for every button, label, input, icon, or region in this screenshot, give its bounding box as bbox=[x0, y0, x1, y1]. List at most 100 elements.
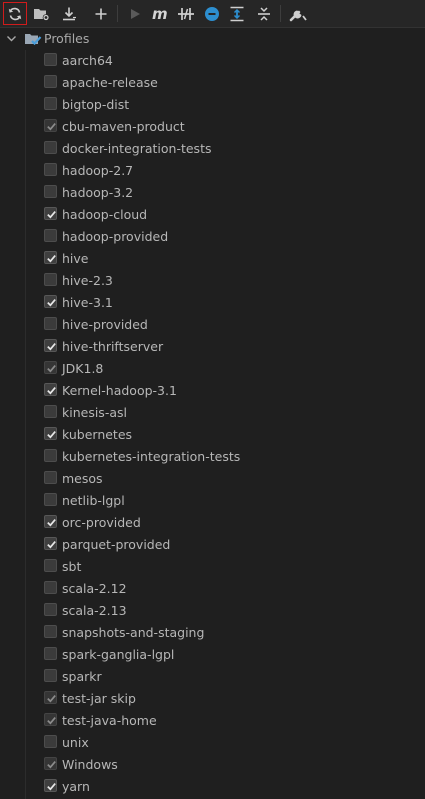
profile-checkbox[interactable] bbox=[44, 339, 57, 352]
profile-item[interactable]: sbt bbox=[0, 556, 425, 578]
profile-label: orc-provided bbox=[62, 515, 141, 530]
profile-item[interactable]: aarch64 bbox=[0, 50, 425, 72]
profile-checkbox[interactable] bbox=[44, 273, 57, 286]
checkmark-icon bbox=[47, 695, 56, 703]
profile-label: Kernel-hadoop-3.1 bbox=[62, 383, 177, 398]
profile-item[interactable]: scala-2.12 bbox=[0, 578, 425, 600]
profile-checkbox[interactable] bbox=[44, 735, 57, 748]
profile-checkbox[interactable] bbox=[44, 581, 57, 594]
profile-checkbox[interactable] bbox=[44, 713, 57, 726]
profile-checkbox[interactable] bbox=[44, 537, 57, 550]
profile-checkbox[interactable] bbox=[44, 647, 57, 660]
run-maven-build-button[interactable] bbox=[123, 2, 147, 25]
profile-item[interactable]: kinesis-asl bbox=[0, 402, 425, 424]
profile-item[interactable]: test-jar skip bbox=[0, 688, 425, 710]
profile-checkbox[interactable] bbox=[44, 471, 57, 484]
profile-item[interactable]: Kernel-hadoop-3.1 bbox=[0, 380, 425, 402]
profile-label: hadoop-2.7 bbox=[62, 163, 134, 178]
profile-item[interactable]: docker-integration-tests bbox=[0, 138, 425, 160]
profile-item[interactable]: scala-2.13 bbox=[0, 600, 425, 622]
profile-item[interactable]: bigtop-dist bbox=[0, 94, 425, 116]
checkmark-icon bbox=[47, 299, 56, 307]
run-icon bbox=[131, 8, 140, 19]
profile-checkbox[interactable] bbox=[44, 625, 57, 638]
profile-label: JDK1.8 bbox=[62, 361, 104, 376]
maven-toolbar: m bbox=[0, 0, 425, 28]
profile-checkbox[interactable] bbox=[44, 383, 57, 396]
profile-checkbox[interactable] bbox=[44, 449, 57, 462]
profiles-node[interactable]: Profiles bbox=[0, 28, 425, 50]
profile-checkbox[interactable] bbox=[44, 361, 57, 374]
profile-item[interactable]: orc-provided bbox=[0, 512, 425, 534]
profile-item[interactable]: hadoop-2.7 bbox=[0, 160, 425, 182]
profile-item[interactable]: unix bbox=[0, 732, 425, 754]
profile-item[interactable]: Windows bbox=[0, 754, 425, 776]
profile-item[interactable]: hive-thriftserver bbox=[0, 336, 425, 358]
skip-tests-toggle-button[interactable] bbox=[200, 2, 224, 25]
generate-sources-button[interactable] bbox=[30, 2, 54, 25]
maven-settings-button[interactable] bbox=[286, 2, 310, 25]
profile-label: scala-2.12 bbox=[62, 581, 127, 596]
profile-item[interactable]: hadoop-cloud bbox=[0, 204, 425, 226]
profile-item[interactable]: mesos bbox=[0, 468, 425, 490]
profile-item[interactable]: hadoop-3.2 bbox=[0, 182, 425, 204]
profile-checkbox[interactable] bbox=[44, 163, 57, 176]
profile-checkbox[interactable] bbox=[44, 97, 57, 110]
profile-checkbox[interactable] bbox=[44, 493, 57, 506]
profile-item[interactable]: hive-provided bbox=[0, 314, 425, 336]
profile-item[interactable]: yarn bbox=[0, 776, 425, 798]
profile-item[interactable]: hive-3.1 bbox=[0, 292, 425, 314]
download-sources-button[interactable] bbox=[57, 2, 81, 25]
chevron-down-icon[interactable] bbox=[6, 33, 17, 44]
profile-checkbox[interactable] bbox=[44, 251, 57, 264]
profile-label: hive-provided bbox=[62, 317, 148, 332]
profile-checkbox[interactable] bbox=[44, 757, 57, 770]
settings-wrench-icon bbox=[289, 8, 307, 22]
profile-checkbox[interactable] bbox=[44, 207, 57, 220]
maven-goal-icon: m bbox=[152, 6, 168, 22]
toggle-offline-mode-button[interactable] bbox=[174, 2, 198, 25]
profile-checkbox[interactable] bbox=[44, 185, 57, 198]
profile-item[interactable]: netlib-lgpl bbox=[0, 490, 425, 512]
profile-checkbox[interactable] bbox=[44, 317, 57, 330]
collapse-all-button[interactable] bbox=[252, 2, 276, 25]
generate-sources-icon bbox=[34, 8, 50, 21]
profile-label: hive-thriftserver bbox=[62, 339, 164, 354]
profile-item[interactable]: snapshots-and-staging bbox=[0, 622, 425, 644]
profile-label: hadoop-provided bbox=[62, 229, 169, 244]
profile-item[interactable]: test-java-home bbox=[0, 710, 425, 732]
reload-all-projects-button[interactable] bbox=[3, 2, 27, 25]
profile-checkbox[interactable] bbox=[44, 75, 57, 88]
toolbar-separator bbox=[280, 5, 281, 22]
profile-checkbox[interactable] bbox=[44, 405, 57, 418]
profile-checkbox[interactable] bbox=[44, 669, 57, 682]
profile-checkbox[interactable] bbox=[44, 603, 57, 616]
profile-item[interactable]: kubernetes-integration-tests bbox=[0, 446, 425, 468]
profile-item[interactable]: kubernetes bbox=[0, 424, 425, 446]
profile-item[interactable]: apache-release bbox=[0, 72, 425, 94]
profile-checkbox[interactable] bbox=[44, 119, 57, 132]
show-dependencies-button[interactable] bbox=[225, 2, 249, 25]
profile-item[interactable]: hive bbox=[0, 248, 425, 270]
profile-item[interactable]: hadoop-provided bbox=[0, 226, 425, 248]
profile-checkbox[interactable] bbox=[44, 427, 57, 440]
profile-item[interactable]: parquet-provided bbox=[0, 534, 425, 556]
profile-checkbox[interactable] bbox=[44, 515, 57, 528]
add-maven-project-button[interactable] bbox=[89, 2, 113, 25]
profile-item[interactable]: JDK1.8 bbox=[0, 358, 425, 380]
profile-checkbox[interactable] bbox=[44, 779, 57, 792]
profile-item[interactable]: spark-ganglia-lgpl bbox=[0, 644, 425, 666]
profile-item[interactable]: hive-2.3 bbox=[0, 270, 425, 292]
profile-checkbox[interactable] bbox=[44, 229, 57, 242]
profile-checkbox[interactable] bbox=[44, 691, 57, 704]
profile-label: kubernetes bbox=[62, 427, 133, 442]
execute-maven-goal-button[interactable]: m bbox=[148, 2, 172, 25]
profile-checkbox[interactable] bbox=[44, 141, 57, 154]
profile-checkbox[interactable] bbox=[44, 295, 57, 308]
profile-label: hive-3.1 bbox=[62, 295, 113, 310]
profile-checkbox[interactable] bbox=[44, 53, 57, 66]
download-icon bbox=[63, 7, 76, 20]
profile-item[interactable]: cbu-maven-product bbox=[0, 116, 425, 138]
profile-checkbox[interactable] bbox=[44, 559, 57, 572]
profile-item[interactable]: sparkr bbox=[0, 666, 425, 688]
